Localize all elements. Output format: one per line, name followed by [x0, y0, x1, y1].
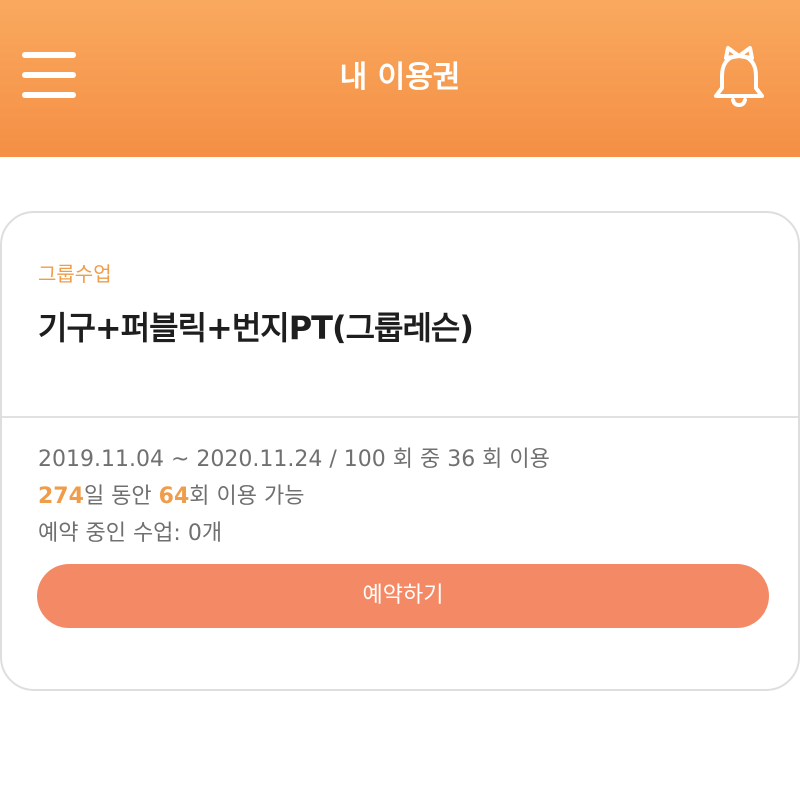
reserve-button[interactable]: 예약하기: [37, 564, 769, 628]
app-header: 내 이용권: [0, 0, 800, 157]
reservation-status: 예약 중인 수업: 0개: [38, 521, 223, 546]
ticket-name: 기구+퍼블릭+번지PT(그룹레슨): [38, 309, 474, 347]
ticket-remaining: 274일 동안 64회 이용 가능: [38, 482, 304, 512]
ticket-card: 그룹수업 기구+퍼블릭+번지PT(그룹레슨) 2019.11.04 ~ 2020…: [0, 211, 800, 691]
page-title: 내 이용권: [339, 60, 461, 95]
bell-icon[interactable]: [708, 42, 770, 108]
ticket-period: 2019.11.04 ~ 2020.11.24 / 100 회 중 36 회 이…: [38, 447, 550, 472]
remaining-count-suffix: 회 이용 가능: [189, 484, 305, 509]
remaining-days-suffix: 일 동안: [83, 484, 159, 509]
ticket-category: 그룹수업: [38, 262, 112, 286]
card-divider: [2, 416, 798, 418]
remaining-count: 64: [158, 484, 190, 509]
bell-icon-graphic: [714, 46, 764, 107]
remaining-days: 274: [38, 484, 84, 509]
